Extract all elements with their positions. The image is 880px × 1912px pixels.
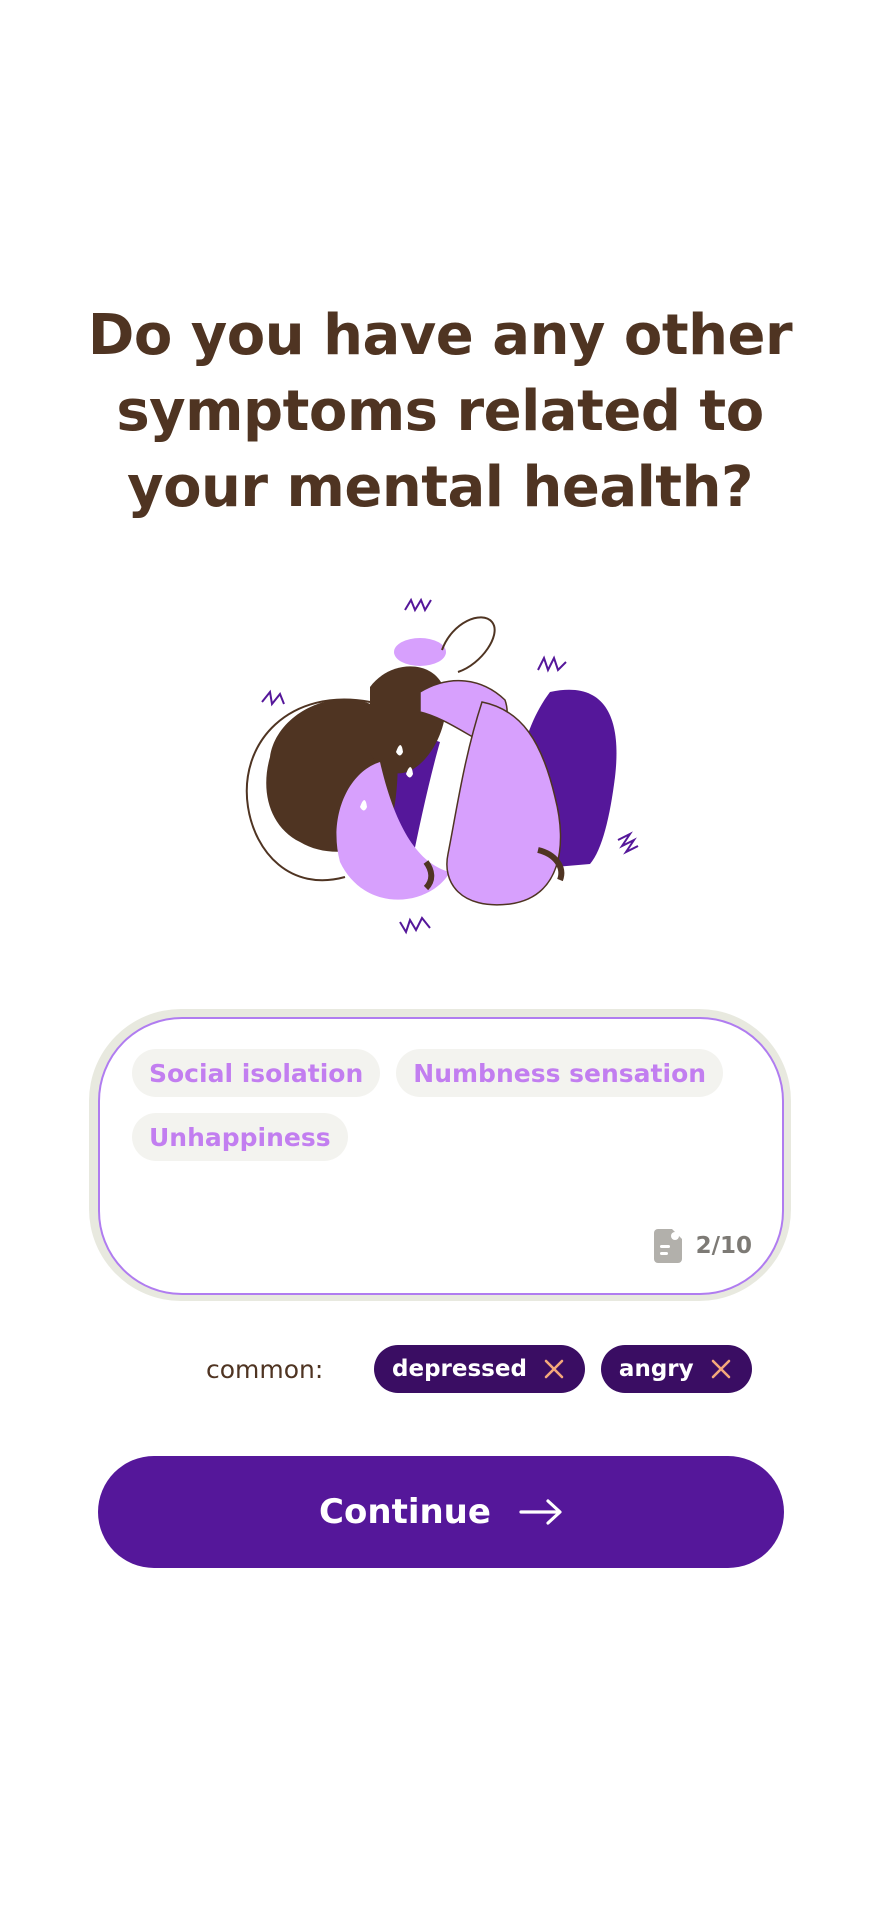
continue-label: Continue [319, 1492, 491, 1532]
symptom-counter-text: 2/10 [695, 1233, 752, 1259]
question-title: Do you have any other symptoms related t… [87, 303, 793, 520]
chip-label: angry [618, 1356, 694, 1382]
close-icon[interactable] [708, 1356, 734, 1382]
arrow-right-icon [519, 1499, 562, 1525]
symptom-input[interactable]: Social isolation Numbness sensation Unha… [98, 1017, 784, 1295]
common-chip-depressed[interactable]: depressed [374, 1345, 585, 1393]
symptom-tag-list: Social isolation Numbness sensation Unha… [132, 1049, 752, 1161]
symptom-counter: 2/10 [653, 1229, 752, 1263]
common-label: common: [206, 1354, 324, 1384]
symptom-tag[interactable]: Unhappiness [132, 1113, 348, 1161]
stressed-person-illustration [245, 597, 639, 935]
close-icon[interactable] [541, 1356, 567, 1382]
common-chip-angry[interactable]: angry [600, 1345, 752, 1393]
continue-button[interactable]: Continue [98, 1456, 784, 1568]
chip-label: depressed [392, 1356, 527, 1382]
document-icon [653, 1229, 682, 1263]
symptom-tag[interactable]: Numbness sensation [396, 1049, 724, 1097]
symptom-tag[interactable]: Social isolation [132, 1049, 381, 1097]
common-symptoms-row: common: depressed angry [206, 1345, 768, 1393]
